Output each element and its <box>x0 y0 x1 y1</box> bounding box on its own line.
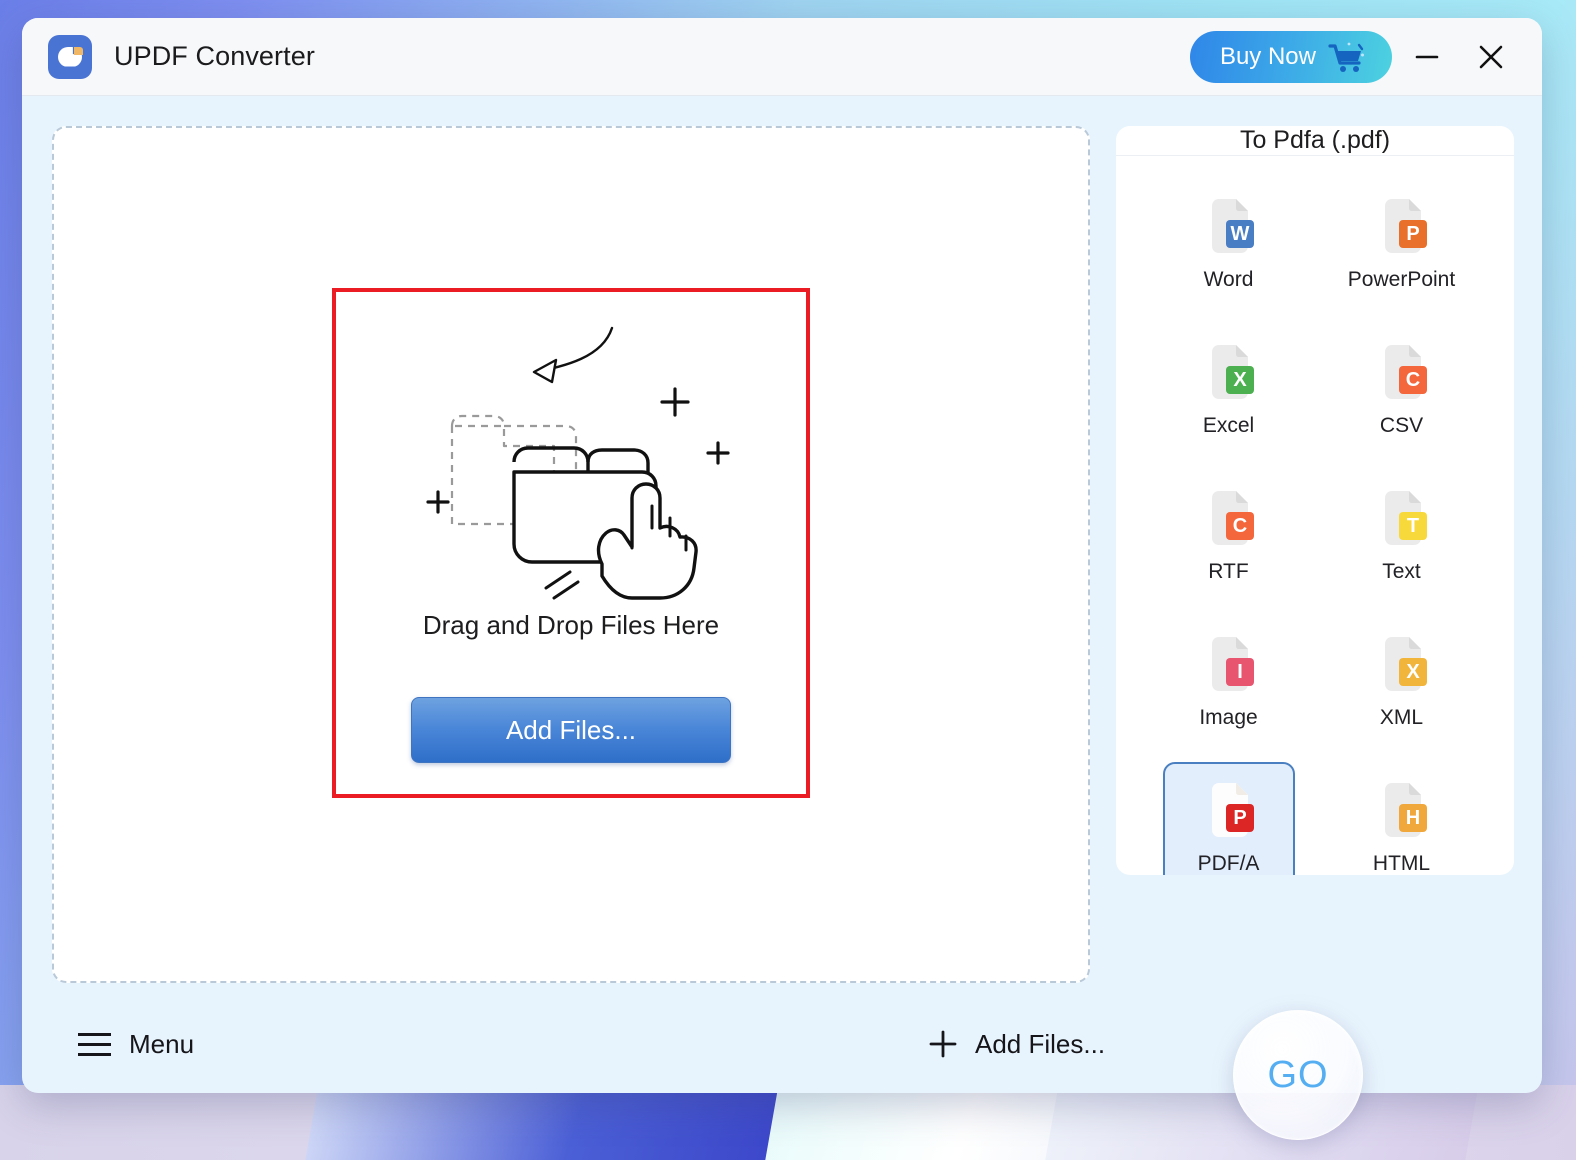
format-item-xml[interactable]: X XML <box>1336 616 1468 746</box>
app-window: UPDF Converter Buy Now Drag and Drop Fil… <box>22 18 1542 1093</box>
title-bar: UPDF Converter Buy Now <box>22 18 1542 96</box>
go-label: GO <box>1267 1053 1329 1096</box>
xml-file-icon: X <box>1384 637 1427 691</box>
format-item-label: Text <box>1382 560 1421 583</box>
wallpaper-shape-white <box>742 1090 1078 1160</box>
plus-icon <box>929 1030 957 1058</box>
menu-button[interactable]: Menu <box>78 1029 194 1060</box>
menu-label: Menu <box>129 1028 195 1059</box>
format-item-html[interactable]: H HTML <box>1336 762 1468 875</box>
drag-folder-hand-icon <box>426 326 730 600</box>
word-file-icon: W <box>1211 199 1254 253</box>
file-drop-zone[interactable]: Drag and Drop Files Here Add Files... <box>52 126 1090 983</box>
format-item-text[interactable]: T Text <box>1336 470 1468 600</box>
drop-highlight-box: Drag and Drop Files Here Add Files... <box>332 288 810 798</box>
svg-text:W: W <box>1230 223 1249 245</box>
hamburger-menu-icon <box>78 1032 111 1056</box>
svg-text:P: P <box>1233 807 1246 829</box>
format-item-label: Image <box>1199 706 1258 729</box>
svg-text:I: I <box>1237 661 1243 683</box>
format-item-label: XML <box>1379 706 1424 729</box>
go-button[interactable]: GO <box>1233 1010 1363 1140</box>
minimize-button[interactable] <box>1398 28 1456 86</box>
format-item-label: Excel <box>1202 414 1255 437</box>
svg-text:C: C <box>1405 369 1419 391</box>
add-files-footer-button[interactable]: Add Files... <box>927 1028 1105 1060</box>
csv-file-icon: C <box>1384 345 1427 399</box>
wallpaper-shape-blue <box>282 1090 788 1160</box>
close-button[interactable] <box>1462 28 1520 86</box>
rtf-file-icon: C <box>1211 491 1254 545</box>
close-icon <box>1479 45 1503 68</box>
minimize-icon <box>1415 55 1439 58</box>
title-bar-controls: Buy Now <box>1189 28 1520 86</box>
format-item-excel[interactable]: X Excel <box>1163 324 1295 454</box>
shopping-cart-icon <box>1328 42 1364 72</box>
format-item-label: HTML <box>1372 852 1431 875</box>
svg-text:H: H <box>1405 807 1419 829</box>
updf-logo-icon <box>48 34 92 79</box>
image-file-icon: I <box>1211 637 1254 691</box>
add-files-button[interactable]: Add Files... <box>411 697 731 763</box>
format-item-image[interactable]: I Image <box>1163 616 1295 746</box>
pdfa-file-icon: P <box>1211 783 1254 837</box>
buy-now-button[interactable]: Buy Now <box>1189 30 1392 83</box>
format-item-powerpoint[interactable]: P PowerPoint <box>1336 178 1468 308</box>
output-format-grid: W Word P PowerPoint X Excel C CSV C RTF T Text I Imag… <box>1116 156 1514 875</box>
add-files-footer-label: Add Files... <box>975 1028 1106 1059</box>
format-item-pdf-a[interactable]: P PDF/A <box>1162 762 1295 875</box>
html-file-icon: H <box>1384 783 1427 837</box>
svg-text:X: X <box>1406 661 1420 683</box>
page-title: UPDF Converter <box>114 41 315 71</box>
svg-text:P: P <box>1406 223 1419 245</box>
format-item-label: PowerPoint <box>1347 268 1456 291</box>
format-item-label: RTF <box>1208 560 1249 583</box>
format-item-rtf[interactable]: C RTF <box>1163 470 1295 600</box>
output-format-title: To Pdfa (.pdf) <box>1116 126 1514 156</box>
format-item-label: CSV <box>1379 414 1424 437</box>
format-item-word[interactable]: W Word <box>1163 178 1295 308</box>
text-file-icon: T <box>1384 491 1427 545</box>
svg-text:C: C <box>1232 515 1246 537</box>
buy-now-label: Buy Now <box>1219 42 1316 70</box>
excel-file-icon: X <box>1211 345 1254 399</box>
drop-zone-label: Drag and Drop Files Here <box>422 610 720 640</box>
format-item-label: PDF/A <box>1197 852 1260 875</box>
format-item-label: Word <box>1203 268 1254 291</box>
format-item-csv[interactable]: C CSV <box>1336 324 1468 454</box>
svg-text:X: X <box>1233 369 1247 391</box>
output-format-panel: To Pdfa (.pdf) W Word P PowerPoint X Excel C CS… <box>1116 126 1514 875</box>
app-body: Drag and Drop Files Here Add Files... To… <box>22 96 1542 995</box>
powerpoint-file-icon: P <box>1384 199 1427 253</box>
svg-text:T: T <box>1406 515 1418 537</box>
desktop-background: UPDF Converter Buy Now Drag and Drop Fil… <box>0 0 1576 1160</box>
